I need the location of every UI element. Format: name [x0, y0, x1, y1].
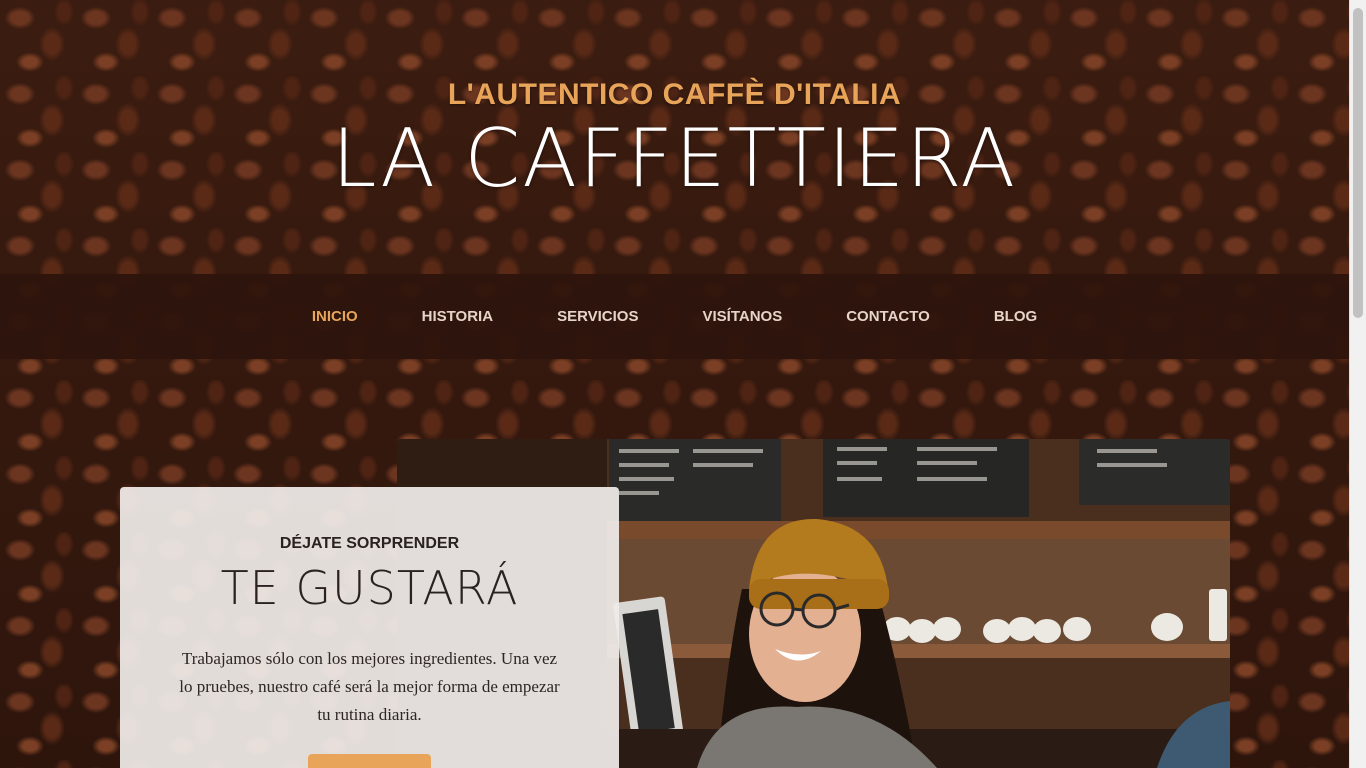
intro-subheading: DÉJATE SORPRENDER	[279, 535, 460, 552]
page-scrollbar[interactable]	[1349, 0, 1366, 768]
nav-item-historia[interactable]: HISTORIA	[422, 308, 493, 325]
nav-list: INICIO HISTORIA SERVICIOS VISÍTANOS CONT…	[0, 274, 1349, 359]
main-navbar: INICIO HISTORIA SERVICIOS VISÍTANOS CONT…	[0, 274, 1349, 359]
intro-cta-button[interactable]	[308, 754, 431, 768]
intro-card: DÉJATE SORPRENDER TE GUSTARÁ Trabajamos …	[120, 487, 619, 768]
nav-item-visitanos[interactable]: VISÍTANOS	[702, 308, 782, 325]
site-heading: LA CAFFETTIERA	[331, 112, 1018, 205]
nav-item-blog[interactable]: BLOG	[994, 308, 1037, 325]
scrollbar-thumb[interactable]	[1353, 8, 1363, 318]
intro-heading: TE GUSTARÁ	[220, 561, 519, 615]
nav-item-servicios[interactable]: SERVICIOS	[557, 308, 638, 325]
intro-text: Trabajamos sólo con los mejores ingredie…	[179, 649, 560, 724]
nav-item-inicio[interactable]: INICIO	[312, 308, 358, 325]
nav-item-contacto[interactable]: CONTACTO	[846, 308, 930, 325]
site-header: L'AUTENTICO CAFFÈ D'ITALIA LA CAFFETTIER…	[0, 0, 1349, 274]
site-subheading: L'AUTENTICO CAFFÈ D'ITALIA	[447, 78, 902, 111]
